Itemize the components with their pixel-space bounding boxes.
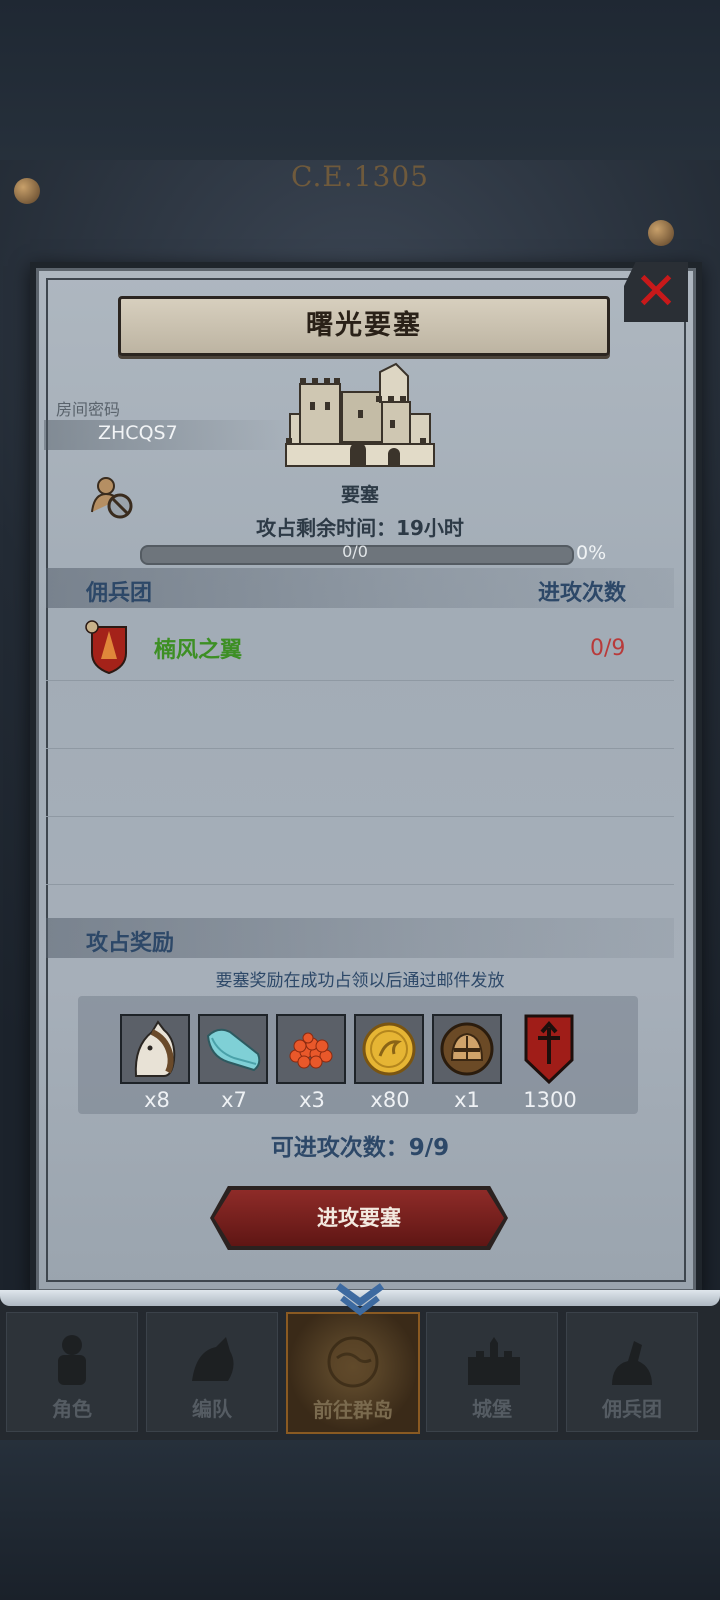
mercenary-icon [612, 1341, 652, 1385]
rewards-note: 要塞奖励在成功占领以后通过邮件发放 [215, 971, 505, 991]
ornament-icon [648, 220, 674, 246]
progress-text: 0/0 [342, 542, 368, 561]
fortress-type-label: 要塞 [340, 484, 379, 506]
reward-count: x1 [454, 1088, 480, 1112]
horse-icon [122, 1016, 188, 1082]
reward-item-banner[interactable] [516, 1014, 586, 1088]
knight-helmet-icon [434, 1016, 500, 1082]
room-password-value[interactable]: ZHCQS7 [98, 422, 178, 444]
cloth-icon [200, 1016, 266, 1082]
reward-item-horse[interactable] [120, 1014, 190, 1084]
rewards-header-title: 攻占奖励 [86, 931, 175, 956]
mercenary-emblem-icon [85, 620, 127, 675]
close-icon: ✕ [634, 262, 678, 322]
row-divider [46, 680, 674, 681]
reward-item-berries[interactable] [276, 1014, 346, 1084]
gold-coin-icon [356, 1016, 422, 1082]
nav-item-formation[interactable]: 编队 [146, 1312, 278, 1432]
mercenary-name: 楠风之翼 [154, 638, 243, 663]
banner-icon [524, 1014, 574, 1085]
nav-item-mercenary[interactable]: 佣兵团 [566, 1312, 698, 1432]
attack-attempts: 可进攻次数：9/9 [270, 1135, 450, 1161]
mercenary-attack-count: 0/9 [590, 636, 626, 661]
time-remaining: 攻占剩余时间：19小时 [256, 516, 464, 540]
berries-icon [278, 1016, 344, 1082]
era-label: C.E.1305 [291, 160, 429, 193]
formation-icon [192, 1337, 234, 1381]
attack-fortress-button[interactable]: 进攻要塞 [214, 1190, 504, 1246]
reward-item-cloth[interactable] [198, 1014, 268, 1084]
knight-icon [58, 1335, 86, 1385]
globe-icon [327, 1336, 379, 1388]
row-divider [46, 816, 674, 817]
row-divider [46, 884, 674, 885]
nav-item-castle[interactable]: 城堡 [426, 1312, 558, 1432]
reward-count: x3 [299, 1088, 325, 1112]
mercenary-header-right: 进攻次数 [538, 581, 627, 606]
close-button[interactable]: ✕ [624, 262, 688, 322]
page-title: 曙光要塞 [306, 310, 422, 341]
nav-item-character[interactable]: 角色 [6, 1312, 138, 1432]
fortress-icon [285, 362, 435, 467]
reward-item-gold-coin[interactable] [354, 1014, 424, 1084]
chevron-down-icon [335, 1283, 385, 1316]
status-bar-area [0, 0, 720, 160]
attack-fortress-label: 进攻要塞 [317, 1206, 401, 1230]
reward-count: 1300 [523, 1088, 577, 1112]
castle-icon [468, 1337, 520, 1385]
room-password-label: 房间密码 [56, 400, 121, 419]
row-divider [46, 748, 674, 749]
title-banner: 曙光要塞 [118, 296, 610, 356]
reward-count: x7 [221, 1088, 247, 1112]
table-row[interactable] [46, 612, 674, 676]
reward-item-knight-helmet[interactable] [432, 1014, 502, 1084]
nav-item-islands[interactable]: 前往群岛 [286, 1312, 420, 1434]
gesture-bar-area [0, 1440, 720, 1600]
progress-percent: 0% [576, 542, 607, 564]
mercenary-header-left: 佣兵团 [86, 581, 153, 606]
